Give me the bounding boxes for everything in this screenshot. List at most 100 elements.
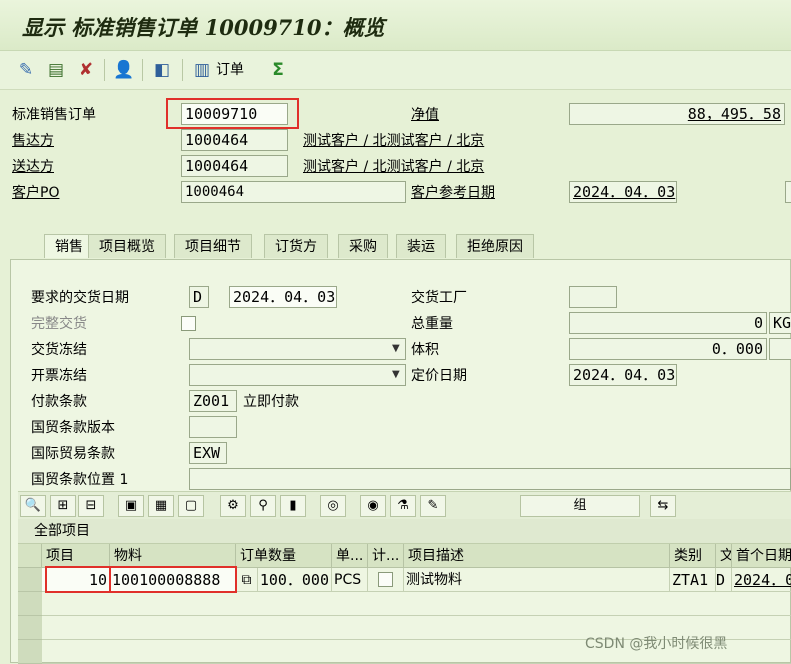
row-selector[interactable] [18, 568, 42, 592]
grid-select-all-corner[interactable] [18, 544, 42, 568]
items-grid-title: 全部项目 [34, 523, 90, 539]
volume-unit-field[interactable] [769, 338, 791, 360]
column-header-description[interactable]: 项目描述 [404, 544, 670, 568]
column-header-material[interactable]: 物料 [110, 544, 236, 568]
group-button-label: 组 [573, 498, 587, 513]
availability-icon[interactable]: ⚲ [250, 495, 276, 517]
delivery-block-dropdown[interactable] [189, 338, 406, 360]
incoterms-location-label: 国贸条款位置 1 [31, 472, 129, 488]
select-all-icon[interactable]: ▣ [118, 495, 144, 517]
column-header-quantity[interactable]: 订单数量 [236, 544, 332, 568]
order-type-label: 标准销售订单 [12, 107, 96, 123]
title-bar: 显示 标准销售订单 10009710：概览 [0, 0, 791, 51]
tab-item-detail[interactable]: 项目细节 [174, 234, 252, 258]
select-block-icon[interactable]: ▦ [148, 495, 174, 517]
sold-to-description: 测试客户 / 北测试客户 / 北京 [303, 133, 485, 149]
incoterms-version-field[interactable] [189, 416, 237, 438]
total-weight-label: 总重量 [411, 316, 453, 332]
schedule-icon[interactable]: ◉ [360, 495, 386, 517]
incoterms-location-field[interactable] [189, 468, 791, 490]
ship-to-label[interactable]: 送达方 [12, 157, 54, 177]
billing-block-dropdown[interactable] [189, 364, 406, 386]
pricing-date-field[interactable]: 2024．04．03 [569, 364, 677, 386]
complete-delivery-checkbox[interactable] [181, 316, 196, 331]
page-title: 显示 标准销售订单 10009710：概览 [22, 15, 385, 40]
req-delivery-date-type-field[interactable]: D [189, 286, 209, 308]
cell-quantity[interactable]: 100．000 [258, 568, 332, 592]
delivery-plant-field[interactable] [569, 286, 617, 308]
row-selector[interactable] [18, 640, 42, 664]
watermark: CSDN @我小时候很黑 [585, 636, 728, 652]
sold-to-field[interactable]: 1000464 [181, 129, 288, 151]
display-change-icon[interactable]: ✎ [14, 59, 38, 81]
filter-icon[interactable]: ⇆ [650, 495, 676, 517]
volume-field[interactable]: 0．000 [569, 338, 767, 360]
insert-row-icon[interactable]: ⊞ [50, 495, 76, 517]
chevron-down-icon[interactable]: ▼ [392, 343, 400, 354]
tab-procurement[interactable]: 采购 [338, 234, 388, 258]
tab-sales[interactable]: 销售 [44, 234, 94, 258]
highlight-box-order-number [166, 98, 299, 129]
incoterms-field[interactable]: EXW [189, 442, 227, 464]
req-delivery-date-label: 要求的交货日期 [31, 290, 129, 306]
net-value-label: 净值 [411, 107, 439, 123]
column-header-category[interactable]: 类别 [670, 544, 716, 568]
chart-icon[interactable]: ▮ [280, 495, 306, 517]
order-button-label[interactable]: 订单 [216, 60, 244, 80]
tab-item-overview[interactable]: 项目概览 [88, 234, 166, 258]
ship-to-field[interactable]: 1000464 [181, 155, 288, 177]
payment-terms-label: 付款条款 [31, 394, 87, 410]
cell-unit[interactable]: PCS [332, 568, 368, 592]
cell-date-type[interactable]: D [716, 568, 732, 592]
customer-po-label[interactable]: 客户PO [12, 183, 59, 203]
sum-icon[interactable]: Σ [266, 59, 290, 81]
req-delivery-date-field[interactable]: 2024．04．03 [229, 286, 337, 308]
column-header-date-type[interactable]: 文 [716, 544, 732, 568]
material-search-icon[interactable]: ⧉ [236, 568, 258, 592]
net-value-field[interactable]: 88，495．58 [569, 103, 785, 125]
cell-description[interactable]: 测试物料 [404, 568, 670, 592]
zoom-detail-icon[interactable]: 🔍 [20, 495, 46, 517]
incoterms-version-label: 国贸条款版本 [31, 420, 115, 436]
delete-row-icon[interactable]: ⊟ [78, 495, 104, 517]
payment-terms-description: 立即付款 [243, 394, 299, 410]
config-icon[interactable]: ⚙ [220, 495, 246, 517]
tab-shipping[interactable]: 装运 [396, 234, 446, 258]
row-selector[interactable] [18, 616, 42, 640]
tab-ordering-party[interactable]: 订货方 [264, 234, 328, 258]
row-selector[interactable] [18, 592, 42, 616]
total-weight-field[interactable]: 0 [569, 312, 767, 334]
column-header-calc[interactable]: 计... [368, 544, 404, 568]
tab-reason-for-rejection[interactable]: 拒绝原因 [456, 234, 534, 258]
application-toolbar: ✎ ▤ ✘ 👤 ◧ ▥ 订单 Σ [0, 51, 791, 90]
column-header-unit[interactable]: 单... [332, 544, 368, 568]
check-cancel-icon[interactable]: ✘ [74, 59, 98, 81]
chevron-down-icon[interactable]: ▼ [392, 369, 400, 380]
document-flow-icon[interactable]: ◧ [150, 59, 174, 81]
cell-category[interactable]: ZTA1 [670, 568, 716, 592]
document-icon[interactable]: ▤ [44, 59, 68, 81]
person-icon[interactable]: 👤 [112, 59, 136, 81]
cust-ref-date-field[interactable]: 2024．04．03 [569, 181, 677, 203]
edit-icon[interactable]: ✎ [420, 495, 446, 517]
incoterms-label: 国际贸易条款 [31, 446, 115, 462]
sold-to-label[interactable]: 售达方 [12, 131, 54, 151]
ship-to-description: 测试客户 / 北测试客户 / 北京 [303, 159, 485, 175]
customer-po-field[interactable]: 1000464 [181, 181, 406, 203]
copy-icon[interactable]: ◎ [320, 495, 346, 517]
order-icon[interactable]: ▥ [190, 59, 214, 81]
flask-icon[interactable]: ⚗ [390, 495, 416, 517]
group-button[interactable]: 组 [520, 495, 640, 517]
weight-unit-field[interactable]: KG [769, 312, 791, 334]
items-toolbar: 🔍 ⊞ ⊟ ▣ ▦ ▢ ⚙ ⚲ ▮ ◎ ◉ ⚗ ✎ 组 ⇆ [18, 491, 791, 520]
table-row[interactable] [42, 592, 791, 616]
delivery-block-label: 交货冻结 [31, 342, 87, 358]
deselect-all-icon[interactable]: ▢ [178, 495, 204, 517]
column-header-item[interactable]: 项目 [42, 544, 110, 568]
calc-checkbox[interactable] [378, 572, 393, 587]
column-header-first-date[interactable]: 首个日期 [732, 544, 791, 568]
items-grid-title-bar: 全部项目 [18, 519, 791, 544]
cust-ref-date-extra-field[interactable] [785, 181, 791, 203]
cell-first-date[interactable]: 2024．0 [732, 568, 791, 592]
payment-terms-field[interactable]: Z001 [189, 390, 237, 412]
